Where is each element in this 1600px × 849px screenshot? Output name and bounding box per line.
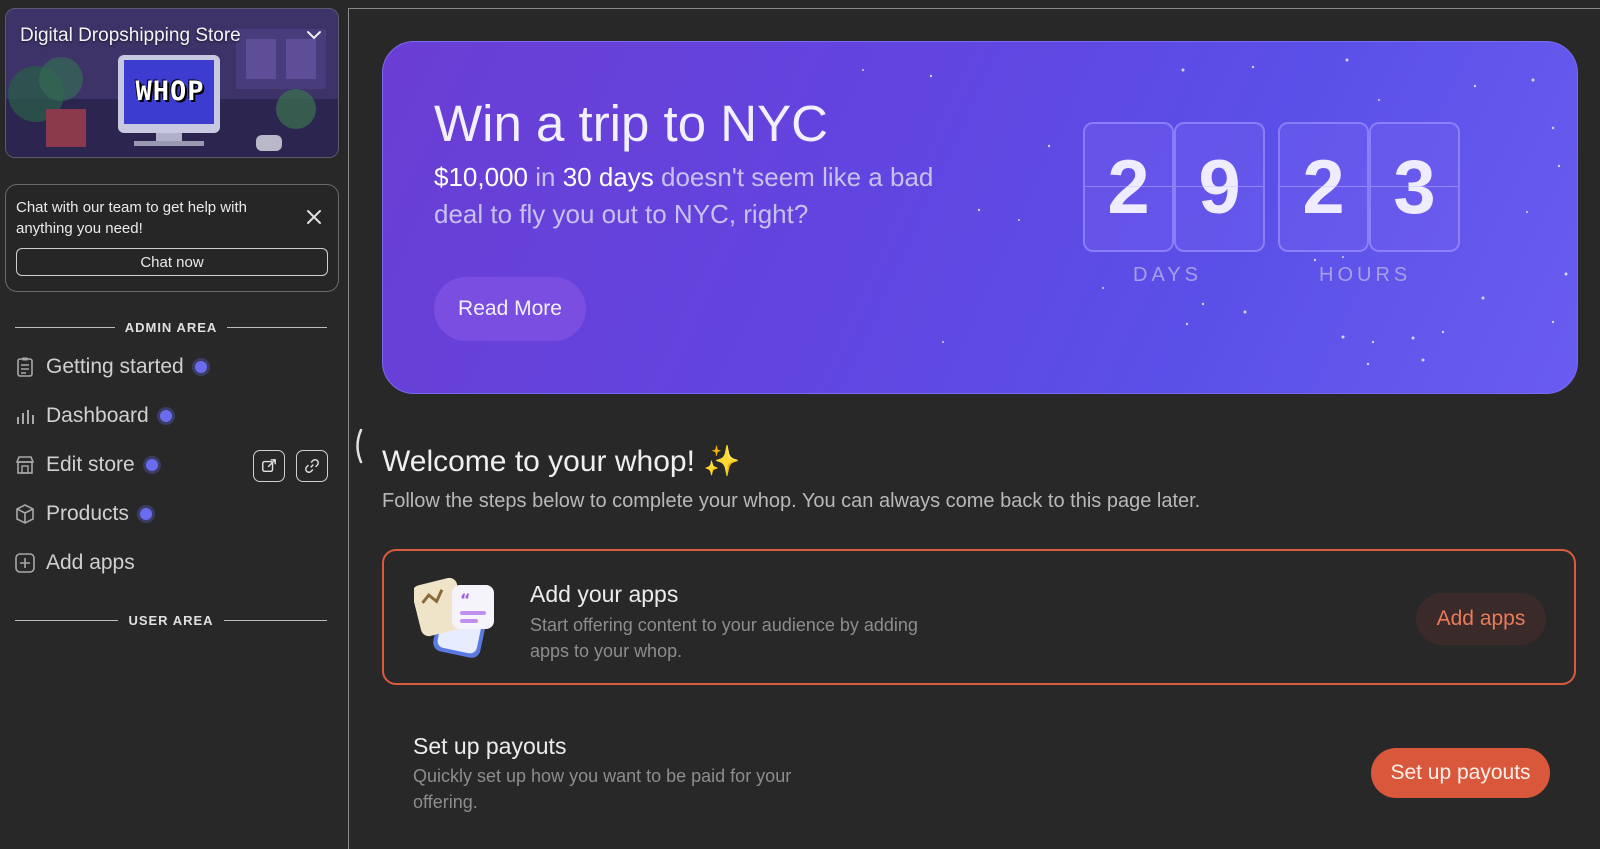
sidebar-item-label: Dashboard	[46, 404, 149, 427]
countdown-digit: 3	[1369, 122, 1460, 252]
sidebar: WHOP Digital Dropshipping Store Chat wit…	[0, 0, 348, 849]
notification-dot	[139, 508, 152, 520]
clipboard-checklist-icon	[14, 356, 36, 378]
storefront-icon	[14, 454, 36, 476]
content-top-border	[348, 8, 1600, 9]
sidebar-item-label: Getting started	[46, 355, 184, 378]
admin-area-label: ADMIN AREA	[124, 319, 218, 335]
store-switcher[interactable]: WHOP Digital Dropshipping Store	[5, 8, 339, 158]
notification-dot	[145, 459, 158, 471]
user-area-header: USER AREA	[15, 612, 327, 628]
step-description: Start offering content to your audience …	[530, 615, 918, 661]
store-name: Digital Dropshipping Store	[20, 25, 241, 46]
logo-text: WHOP	[135, 75, 205, 107]
sidebar-divider	[348, 8, 349, 849]
collapse-sidebar-handle[interactable]	[352, 428, 364, 464]
notification-dot	[159, 410, 172, 422]
copy-link-button[interactable]	[296, 450, 328, 482]
welcome-title: Welcome to your whop! ✨	[382, 445, 741, 478]
read-more-button[interactable]: Read More	[434, 277, 586, 341]
step-title: Add your apps	[530, 581, 679, 607]
sidebar-item-add-apps[interactable]: Add apps	[14, 545, 135, 581]
sidebar-item-getting-started[interactable]: Getting started	[14, 349, 207, 385]
whop-logo: WHOP	[126, 71, 214, 111]
countdown-digit: 2	[1278, 122, 1369, 252]
step-title: Set up payouts	[413, 733, 567, 759]
countdown-digit: 2	[1083, 122, 1174, 252]
days-phrase: 30 days	[562, 162, 654, 192]
welcome-subtitle: Follow the steps below to complete your …	[382, 490, 1201, 512]
countdown-digit: 9	[1174, 122, 1265, 252]
promo-banner: Win a trip to NYC $10,000 in 30 days doe…	[382, 41, 1578, 394]
admin-area-header: ADMIN AREA	[15, 319, 328, 335]
sidebar-item-label: Products	[46, 502, 129, 525]
add-apps-button[interactable]: Add apps	[1416, 593, 1546, 645]
sidebar-item-products[interactable]: Products	[14, 496, 152, 532]
plus-square-icon	[14, 552, 36, 574]
banner-subtitle: $10,000 in 30 days doesn't seem like a b…	[434, 159, 954, 233]
close-icon[interactable]	[304, 207, 324, 227]
box-icon	[14, 503, 36, 525]
link-icon	[305, 459, 319, 473]
sidebar-item-edit-store[interactable]: Edit store	[14, 447, 158, 483]
sidebar-item-label: Edit store	[46, 453, 135, 476]
banner-in-text: in	[535, 162, 556, 192]
step-card-add-apps: “ Add your apps Start offering content t…	[382, 549, 1576, 685]
bar-chart-icon	[14, 405, 36, 427]
step-description: Quickly set up how you want to be paid f…	[413, 766, 792, 812]
banner-title: Win a trip to NYC	[434, 95, 828, 152]
hours-label: HOURS	[1319, 264, 1412, 286]
chat-now-button[interactable]: Chat now	[16, 248, 328, 276]
set-up-payouts-button[interactable]: Set up payouts	[1371, 748, 1550, 798]
user-area-label: USER AREA	[128, 612, 214, 628]
notification-dot	[194, 361, 207, 373]
open-external-button[interactable]	[253, 450, 285, 482]
sidebar-item-dashboard[interactable]: Dashboard	[14, 398, 172, 434]
sidebar-item-label: Add apps	[46, 551, 135, 574]
prize-amount: $10,000	[434, 162, 528, 192]
chat-support-card: Chat with our team to get help with anyt…	[5, 184, 339, 292]
divider	[227, 326, 328, 328]
chat-support-text: Chat with our team to get help with anyt…	[16, 199, 247, 237]
external-link-icon	[262, 459, 276, 473]
apps-illustration-icon: “	[414, 577, 494, 658]
svg-text:“: “	[460, 590, 471, 609]
chevron-down-icon[interactable]	[304, 25, 324, 45]
divider	[15, 326, 115, 328]
divider	[223, 619, 327, 621]
days-label: DAYS	[1133, 264, 1202, 286]
divider	[15, 619, 119, 621]
